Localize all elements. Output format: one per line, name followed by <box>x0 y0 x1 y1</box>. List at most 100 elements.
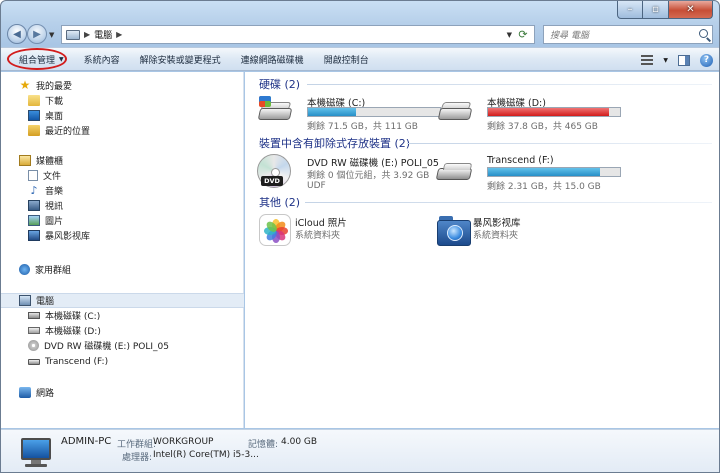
search-placeholder: 搜尋 電腦 <box>550 31 589 41</box>
sidebar-item-label: 下載 <box>45 97 64 107</box>
sidebar-item-music[interactable]: ♪ 音樂 <box>1 183 244 198</box>
sidebar-item-label: 家用群組 <box>35 266 72 276</box>
drive-usage-fill <box>488 108 610 116</box>
sidebar-item-pictures[interactable]: 圖片 <box>1 213 244 228</box>
dvd-badge: DVD <box>261 176 283 186</box>
window-controls: – ▫ ✕ <box>617 1 713 19</box>
desktop-icon <box>28 110 40 121</box>
annotation-circle <box>7 48 67 70</box>
toolbar-right: ▼ ? <box>641 48 713 72</box>
uninstall-program-button[interactable]: 解除安裝或變更程式 <box>130 47 231 71</box>
drive-tile-f[interactable]: Transcend (F:) 剩餘 2.31 GB，共 15.0 GB <box>435 154 637 198</box>
map-network-drive-button[interactable]: 連線網路磁碟機 <box>231 47 314 71</box>
hard-drive-icon <box>437 100 473 122</box>
sidebar-item-label: 桌面 <box>45 112 64 122</box>
system-properties-button[interactable]: 系統內容 <box>74 47 130 71</box>
group-header-other[interactable]: 其他 (2) <box>259 194 300 210</box>
open-control-panel-button[interactable]: 開啟控制台 <box>314 47 379 71</box>
back-button[interactable]: ◀ <box>7 24 27 44</box>
drive-name: DVD RW 磁碟機 (E:) POLI_05 <box>307 158 439 169</box>
group-divider <box>407 143 712 144</box>
address-bar[interactable]: ▶ 電腦 ▶ ▼ ⟳ <box>61 25 535 44</box>
breadcrumb-computer[interactable]: 電腦 <box>94 28 112 41</box>
icloud-photos-tile[interactable]: iCloud 照片 系統資料夾 <box>259 214 459 258</box>
sidebar-item-network[interactable]: 網路 <box>1 385 244 400</box>
sidebar-item-label: 媒體櫃 <box>36 157 64 167</box>
sidebar-item-label: Transcend (F:) <box>45 356 109 367</box>
processor-value: Intel(R) Core(TM) i5-3... <box>153 450 259 460</box>
details-pane: ADMIN-PC 工作群組: WORKGROUP 記憶體: 4.00 GB 處理… <box>1 429 719 472</box>
storm-library-tile[interactable]: 暴风影视库 系統資料夾 <box>437 214 637 258</box>
address-dropdown-icon[interactable]: ▼ <box>507 31 512 39</box>
sidebar-item-label: 本機磁碟 (D:) <box>45 327 101 337</box>
help-icon[interactable]: ? <box>700 53 713 67</box>
drive-usage-fill <box>308 108 356 116</box>
breadcrumb-separator-icon[interactable]: ▶ <box>84 30 90 39</box>
libraries-icon <box>19 155 31 166</box>
windows-logo-icon <box>259 96 271 107</box>
pictures-icon <box>28 215 40 226</box>
close-button[interactable]: ✕ <box>669 1 713 19</box>
sidebar-item-label: 視訊 <box>45 202 64 212</box>
drive-tile-c[interactable]: 本機磁碟 (C:) 剩餘 71.5 GB，共 111 GB <box>257 94 457 138</box>
storm-library-icon <box>28 230 40 241</box>
search-icon[interactable] <box>699 29 708 38</box>
refresh-icon[interactable]: ⟳ <box>515 27 531 42</box>
view-dropdown-icon[interactable]: ▼ <box>663 57 668 64</box>
breadcrumb-chevron-icon[interactable]: ▶ <box>116 30 122 39</box>
downloads-folder-icon <box>28 95 40 106</box>
preview-pane-icon[interactable] <box>678 54 690 66</box>
drive-tile-e[interactable]: DVD DVD RW 磁碟機 (E:) POLI_05 剩餘 0 個位元組，共 … <box>257 154 457 198</box>
drive-free-space: 剩餘 37.8 GB，共 465 GB <box>487 122 598 132</box>
usb-drive-icon <box>435 168 473 180</box>
recent-pages-dropdown-icon[interactable]: ▼ <box>49 31 54 39</box>
sidebar-item-libraries[interactable]: 媒體櫃 <box>1 153 244 168</box>
address-row: ◀ ▶ ▼ ▶ 電腦 ▶ ▼ ⟳ 搜尋 電腦 <box>1 23 719 45</box>
sidebar-item-documents[interactable]: 文件 <box>1 168 244 183</box>
folder-type: 系統資料夾 <box>473 231 519 241</box>
sidebar-item-homegroup[interactable]: 家用群組 <box>1 262 244 277</box>
sidebar-item-drive-e[interactable]: DVD RW 磁碟機 (E:) POLI_05 <box>1 338 244 353</box>
drive-tile-d[interactable]: 本機磁碟 (D:) 剩餘 37.8 GB，共 465 GB <box>437 94 637 138</box>
minimize-button[interactable]: – <box>617 1 643 19</box>
hard-drive-icon <box>28 327 40 334</box>
drive-free-space: 剩餘 2.31 GB，共 15.0 GB <box>487 182 601 192</box>
sidebar-item-label: 音樂 <box>45 187 64 197</box>
network-icon <box>19 387 31 398</box>
group-divider <box>305 202 712 203</box>
content-pane: 硬碟 (2) 本機磁碟 (C:) 剩餘 71.5 GB，共 111 GB 本機磁… <box>245 72 719 428</box>
maximize-button[interactable]: ▫ <box>643 1 669 19</box>
drive-usage-bar <box>487 107 621 117</box>
sidebar-item-label: 網路 <box>36 389 55 399</box>
computer-icon <box>19 295 31 306</box>
folder-name: 暴风影视库 <box>473 218 521 229</box>
sidebar-item-recent-places[interactable]: 最近的位置 <box>1 123 244 138</box>
processor-label: 處理器: <box>122 453 153 463</box>
folder-name: iCloud 照片 <box>295 218 347 229</box>
computer-icon <box>66 29 80 40</box>
change-view-icon[interactable] <box>641 55 654 65</box>
sidebar-item-label: 暴风影视库 <box>45 232 91 242</box>
sidebar-item-downloads[interactable]: 下載 <box>1 93 244 108</box>
group-header-removable[interactable]: 裝置中含有卸除式存放裝置 (2) <box>259 135 410 151</box>
usb-drive-icon <box>28 358 40 365</box>
drive-usage-fill <box>488 168 601 176</box>
command-bar: 組合管理 ▼ 系統內容 解除安裝或變更程式 連線網路磁碟機 開啟控制台 ▼ ? <box>1 47 719 72</box>
star-icon: ★ <box>19 78 31 92</box>
sidebar-item-desktop[interactable]: 桌面 <box>1 108 244 123</box>
sidebar-item-favorites[interactable]: ★ 我的最愛 <box>1 78 244 93</box>
forward-button[interactable]: ▶ <box>27 24 47 44</box>
sidebar-item-label: 電腦 <box>36 297 55 307</box>
sidebar-item-videos[interactable]: 視訊 <box>1 198 244 213</box>
sidebar-item-computer[interactable]: 電腦 <box>1 293 244 308</box>
search-input[interactable]: 搜尋 電腦 <box>543 25 713 44</box>
sidebar-item-drive-f[interactable]: Transcend (F:) <box>1 354 244 369</box>
music-note-icon: ♪ <box>30 184 38 197</box>
group-header-hard-drives[interactable]: 硬碟 (2) <box>259 76 300 92</box>
sidebar-item-storm-library[interactable]: 暴风影视库 <box>1 228 244 243</box>
homegroup-icon <box>19 264 30 275</box>
drive-usage-bar <box>487 167 621 177</box>
system-drive-icon <box>257 96 293 122</box>
sidebar-item-drive-d[interactable]: 本機磁碟 (D:) <box>1 323 244 338</box>
sidebar-item-drive-c[interactable]: 本機磁碟 (C:) <box>1 308 244 323</box>
